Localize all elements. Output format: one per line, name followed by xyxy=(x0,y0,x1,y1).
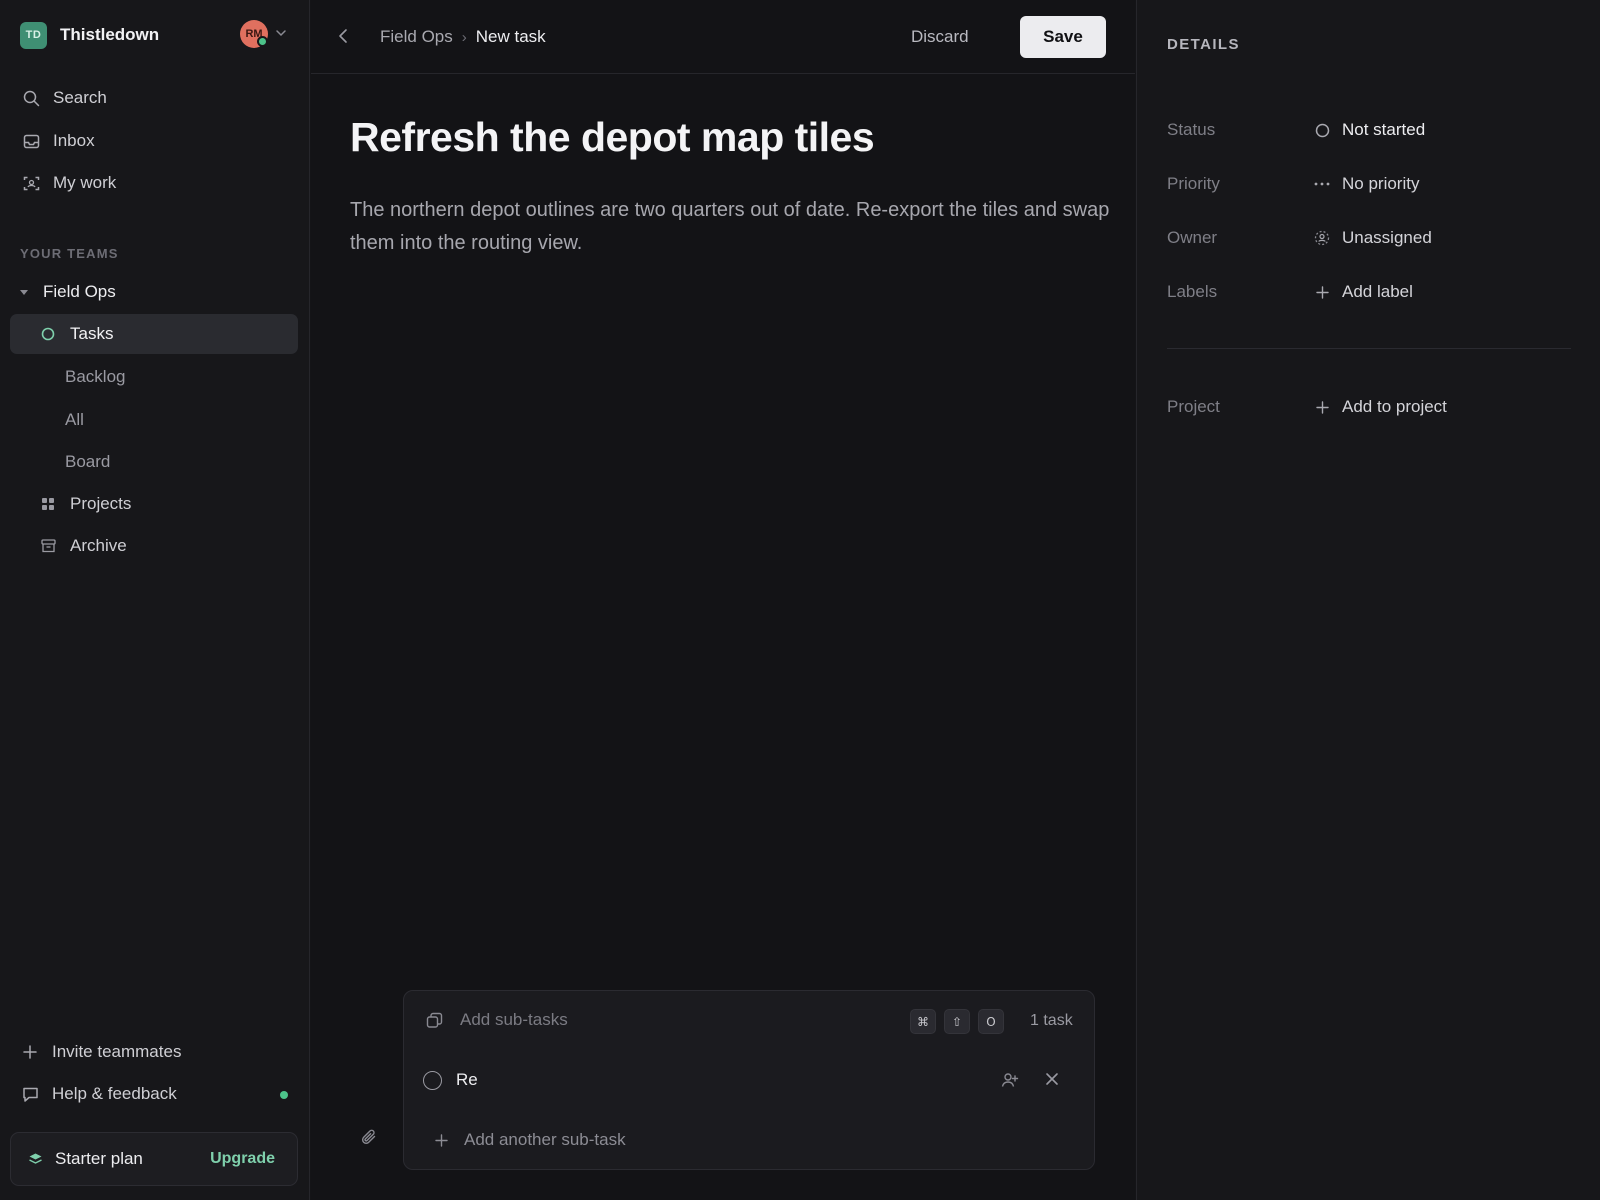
layers-icon xyxy=(28,1152,43,1167)
add-label-button[interactable]: Add label xyxy=(1313,282,1413,302)
owner-value-label: Unassigned xyxy=(1342,228,1432,247)
focus-icon xyxy=(20,175,42,192)
labels-property: Labels Add label xyxy=(1167,277,1587,307)
sidebar-item-tasks-label: Tasks xyxy=(70,324,114,343)
inbox-icon xyxy=(20,133,42,150)
sidebar: TD Thistledown RM Search Inbox My work Y… xyxy=(0,0,310,1200)
help-feedback-button[interactable]: Help & feedback xyxy=(20,1084,177,1104)
subtasks-panel: Add sub-tasks ⌘ ⇧ O 1 task Add another s… xyxy=(403,990,1095,1170)
your-teams-heading: YOUR TEAMS xyxy=(20,246,119,261)
nav-search-label: Search xyxy=(53,88,107,107)
workspace-name: Thistledown xyxy=(60,25,160,44)
subtasks-placeholder: Add sub-tasks xyxy=(460,1010,568,1029)
sidebar-item-all[interactable]: All xyxy=(65,410,84,430)
owner-key: Owner xyxy=(1167,228,1218,247)
subtask-status-circle[interactable] xyxy=(423,1070,442,1090)
chat-bubble-icon xyxy=(20,1086,40,1103)
more-dots-icon xyxy=(1313,182,1331,186)
owner-value[interactable]: Unassigned xyxy=(1313,228,1432,248)
details-heading: DETAILS xyxy=(1167,36,1240,53)
sidebar-item-board[interactable]: Board xyxy=(65,452,110,472)
add-label-text: Add label xyxy=(1342,282,1413,301)
plan-card: Starter plan Upgrade xyxy=(10,1132,298,1186)
circle-icon xyxy=(37,327,59,341)
search-icon xyxy=(20,90,42,107)
sidebar-item-tasks[interactable]: Tasks xyxy=(10,314,298,354)
details-divider xyxy=(1167,348,1571,349)
caret-down-icon xyxy=(20,289,28,295)
plus-icon xyxy=(1313,400,1331,414)
sidebar-item-archive[interactable]: Archive xyxy=(10,526,298,566)
upgrade-button[interactable]: Upgrade xyxy=(210,1150,275,1168)
notification-dot xyxy=(280,1091,288,1099)
owner-property: Owner Unassigned xyxy=(1167,223,1587,253)
priority-property: Priority No priority xyxy=(1167,169,1587,199)
workspace-logo: TD xyxy=(20,21,47,49)
add-another-subtask-button[interactable]: Add another sub-task xyxy=(404,1112,1094,1168)
circle-icon xyxy=(1313,123,1331,138)
subtask-title-input[interactable] xyxy=(456,1070,976,1090)
archive-icon xyxy=(37,539,59,553)
team-field-ops[interactable]: Field Ops xyxy=(20,282,116,302)
priority-value[interactable]: No priority xyxy=(1313,174,1419,194)
breadcrumb-current: New task xyxy=(475,27,546,46)
breadcrumb-separator: › xyxy=(461,28,467,46)
priority-key: Priority xyxy=(1167,174,1220,193)
breadcrumb-team[interactable]: Field Ops xyxy=(380,27,453,47)
invite-teammates-button[interactable]: Invite teammates xyxy=(20,1042,181,1062)
nav-inbox-label: Inbox xyxy=(53,131,95,150)
chevron-down-icon[interactable] xyxy=(275,27,287,39)
sidebar-item-projects-label: Projects xyxy=(70,494,132,513)
shortcut-key-command: ⌘ xyxy=(910,1009,936,1034)
paperclip-icon[interactable] xyxy=(360,1128,378,1146)
breadcrumb: Field Ops › New task xyxy=(380,27,546,47)
back-chevron-icon[interactable] xyxy=(337,28,351,44)
sidebar-item-projects[interactable]: Projects xyxy=(10,484,298,524)
task-title[interactable]: Refresh the depot map tiles xyxy=(350,114,875,161)
subtask-row xyxy=(404,1051,1094,1109)
add-to-project-button[interactable]: Add to project xyxy=(1313,397,1447,417)
nav-inbox[interactable]: Inbox xyxy=(10,121,298,161)
add-to-project-text: Add to project xyxy=(1342,397,1447,416)
plus-icon xyxy=(435,1133,448,1147)
online-indicator xyxy=(257,36,268,47)
shortcut-key-shift: ⇧ xyxy=(944,1009,970,1034)
project-property: Project Add to project xyxy=(1167,392,1587,422)
subtask-count: 1 task xyxy=(1030,1012,1073,1029)
nav-search[interactable]: Search xyxy=(10,78,298,118)
status-key: Status xyxy=(1167,120,1216,139)
details-panel: DETAILS Status Not started Priority No p… xyxy=(1136,0,1600,1200)
plus-icon xyxy=(20,1045,40,1059)
nav-my-work[interactable]: My work xyxy=(10,163,298,203)
grid-icon xyxy=(37,497,59,511)
status-property: Status Not started xyxy=(1167,115,1587,145)
task-description[interactable]: The northern depot outlines are two quar… xyxy=(350,194,1110,260)
sidebar-item-backlog[interactable]: Backlog xyxy=(65,367,125,387)
unassigned-user-icon xyxy=(1313,230,1331,246)
help-label: Help & feedback xyxy=(52,1084,177,1103)
status-value[interactable]: Not started xyxy=(1313,120,1425,140)
invite-label: Invite teammates xyxy=(52,1042,182,1061)
status-value-label: Not started xyxy=(1342,120,1426,139)
plus-icon xyxy=(1313,285,1331,299)
subtasks-icon xyxy=(426,1012,443,1029)
plan-name: Starter plan xyxy=(55,1149,143,1168)
task-editor: Field Ops › New task Discard Save Refres… xyxy=(311,0,1135,1200)
sidebar-item-archive-label: Archive xyxy=(70,536,127,555)
labels-key: Labels xyxy=(1167,282,1218,301)
priority-value-label: No priority xyxy=(1342,174,1420,193)
add-another-subtask-label: Add another sub-task xyxy=(464,1130,626,1149)
close-icon[interactable] xyxy=(1044,1071,1060,1087)
discard-button[interactable]: Discard xyxy=(911,27,969,47)
save-button[interactable]: Save xyxy=(1020,16,1106,58)
team-name: Field Ops xyxy=(43,282,116,301)
subtasks-header: Add sub-tasks ⌘ ⇧ O 1 task xyxy=(404,991,1094,1049)
shortcut-key-o: O xyxy=(978,1009,1004,1034)
nav-my-work-label: My work xyxy=(53,173,117,192)
assign-user-icon[interactable] xyxy=(1001,1071,1019,1089)
project-key: Project xyxy=(1167,397,1220,416)
workspace-switcher[interactable]: TD Thistledown RM xyxy=(20,20,290,50)
topbar: Field Ops › New task Discard Save xyxy=(311,0,1135,74)
